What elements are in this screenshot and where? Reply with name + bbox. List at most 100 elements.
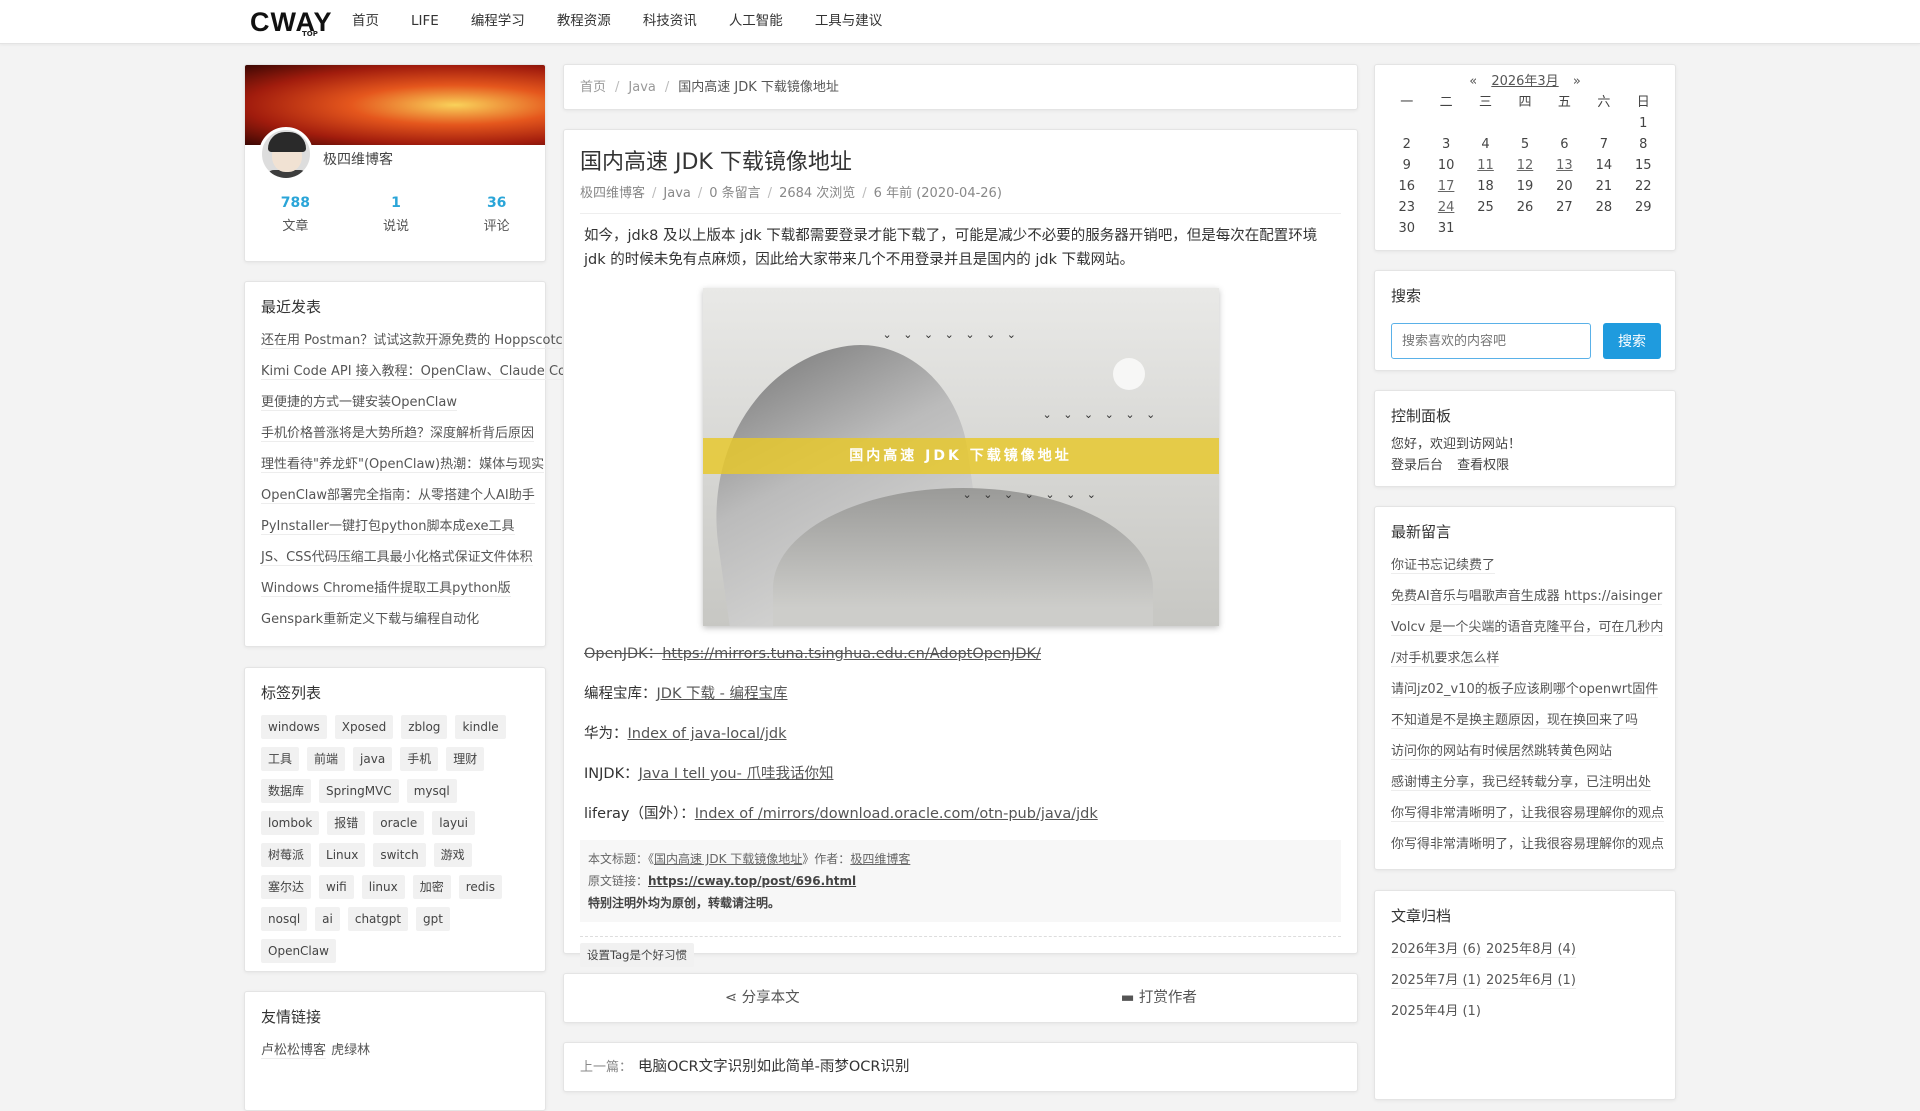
calendar-day-link[interactable]: 13 [1545,156,1584,175]
nav-item-life[interactable]: LIFE [411,0,439,44]
mirror-link[interactable]: JDK 下载 - 编程宝库 [657,686,788,702]
list-item[interactable]: 免费AI音乐与唱歌声音生成器 https://aisinger [1391,589,1663,605]
nav-item-programming[interactable]: 编程学习 [471,0,525,44]
search-input[interactable] [1391,323,1591,359]
list-item[interactable]: Windows Chrome插件提取工具python版 [261,581,511,597]
mirror-link[interactable]: https://mirrors.tuna.tsinghua.edu.cn/Ado… [662,646,1041,662]
list-item[interactable]: JS、CSS代码压缩工具最小化格式保证文件体积 [261,550,533,566]
list-item[interactable]: Kimi Code API 接入教程：OpenClaw、Claude Code [261,364,583,380]
share-button[interactable]: ⋖ 分享本文 [564,974,961,1022]
tag-link[interactable]: mysql [406,779,457,803]
tag-link[interactable]: oracle [373,811,425,835]
list-item[interactable]: 不知道是不是换主题原因，现在换回来了吗 [1391,713,1639,729]
list-item[interactable]: 访问你的网站有时候居然跳转黄色网站 [1391,744,1613,760]
meta-comments[interactable]: 0 条留言 [709,186,760,201]
list-item[interactable]: 你写得非常清晰明了，让我很容易理解你的观点 [1391,806,1665,822]
calendar-day-link[interactable]: 12 [1505,156,1544,175]
meta-author[interactable]: 极四维博客 [580,186,645,201]
tag-link[interactable]: chatgpt [347,907,409,931]
nav-item-home[interactable]: 首页 [352,0,379,44]
prev-post-link[interactable]: 电脑OCR文字识别如此简单-雨梦OCR识别 [638,1059,909,1075]
list-item[interactable]: /对手机要求怎么样 [1391,651,1500,667]
meta-category[interactable]: Java [663,186,690,201]
list-item[interactable]: 手机价格普涨将是大势所趋？深度解析背后原因 [261,426,535,442]
calendar-day: 29 [1635,200,1652,215]
breadcrumb-category[interactable]: Java [628,80,655,95]
mirror-link[interactable]: Index of /mirrors/download.oracle.com/ot… [695,806,1098,822]
list-item[interactable]: 2026年3月 (6) [1391,942,1481,958]
list-item[interactable]: 2025年4月 (1) [1391,1004,1481,1019]
tag-link[interactable]: 树莓派 [261,843,312,867]
permission-link[interactable]: 查看权限 [1457,458,1509,473]
nav-item-ai[interactable]: 人工智能 [729,0,783,44]
mirror-link[interactable]: Java I tell you- 爪哇我话你知 [639,766,834,782]
list-item[interactable]: 理性看待"养龙虾"(OpenClaw)热潮：媒体与现实 [261,457,545,473]
mirror-link[interactable]: Index of java-local/jdk [628,726,787,742]
calendar-day-link[interactable]: 11 [1466,156,1505,175]
calendar-day-link[interactable]: 24 [1426,198,1465,217]
copyright-author-link[interactable]: 极四维博客 [850,852,910,866]
list-item[interactable]: 2025年8月 (4) [1486,942,1576,958]
list-item[interactable]: Genspark重新定义下载与编程自动化 [261,612,479,627]
list-item[interactable]: Volcv 是一个尖端的语音克隆平台，可在几秒内 [1391,620,1664,636]
stat-talks[interactable]: 1 说说 [346,195,447,234]
list-item[interactable]: 你证书忘记续费了 [1391,558,1496,574]
search-button[interactable]: 搜索 [1603,323,1661,359]
tag-link[interactable]: wifi [319,875,354,899]
tag-link[interactable]: SpringMVC [319,779,399,803]
tag-link[interactable]: layui [432,811,475,835]
nav-item-tutorials[interactable]: 教程资源 [557,0,611,44]
calendar-next-button[interactable]: » [1573,74,1581,89]
breadcrumb-home[interactable]: 首页 [580,80,606,95]
copyright-title-link[interactable]: 国内高速 JDK 下载镜像地址 [654,852,802,866]
reward-button[interactable]: ▬ 打赏作者 [961,974,1358,1022]
tag-link[interactable]: Xposed [334,715,394,739]
tag-link[interactable]: OpenClaw [261,939,336,963]
tag-link[interactable]: java [353,747,393,771]
list-item[interactable]: 卢松松博客 [261,1043,327,1059]
stat-articles[interactable]: 788 文章 [245,195,346,234]
stat-comments[interactable]: 36 评论 [446,195,545,234]
list-item[interactable]: 感谢博主分享，我已经转载分享，已注明出处 [1391,775,1652,791]
tag-link[interactable]: zblog [401,715,448,739]
stat-num: 36 [486,195,507,211]
tag-link[interactable]: switch [373,843,426,867]
tag-link[interactable]: gpt [416,907,450,931]
list-item[interactable]: OpenClaw部署完全指南：从零搭建个人AI助手 [261,488,535,504]
nav-item-tech-news[interactable]: 科技资讯 [643,0,697,44]
list-item[interactable]: PyInstaller一键打包python脚本成exe工具 [261,519,515,535]
list-item[interactable]: 还在用 Postman？试试这款开源免费的 Hoppscotch [261,333,571,349]
tag-link[interactable]: 手机 [400,747,439,771]
login-link[interactable]: 登录后台 [1391,458,1443,473]
tag-link[interactable]: linux [361,875,405,899]
calendar-prev-button[interactable]: « [1469,74,1477,89]
avatar[interactable] [259,127,313,181]
tag-link[interactable]: windows [261,715,327,739]
calendar-day: 16 [1398,179,1415,194]
tag-link[interactable]: 塞尔达 [261,875,312,899]
list-item[interactable]: 请问jz02_v10的板子应该刷哪个openwrt固件 [1391,682,1659,698]
tag-link[interactable]: lombok [261,811,320,835]
tag-link[interactable]: 加密 [412,875,451,899]
tag-link[interactable]: nosql [261,907,308,931]
list-item[interactable]: 2025年6月 (1) [1486,973,1576,989]
calendar-day-link[interactable]: 17 [1426,177,1465,196]
tag-link[interactable]: Linux [319,843,366,867]
tag-link[interactable]: kindle [455,715,506,739]
calendar-month[interactable]: 2026年3月 [1491,74,1558,89]
copyright-url-link[interactable]: https://cway.top/post/696.html [648,874,856,888]
list-item[interactable]: 你写得非常清晰明了，让我很容易理解你的观点 [1391,837,1664,852]
list-item[interactable]: 2025年7月 (1) [1391,973,1481,989]
list-item[interactable]: 更便捷的方式一键安装OpenClaw [261,395,458,411]
tag-link[interactable]: 游戏 [433,843,472,867]
tag-link[interactable]: redis [458,875,502,899]
nav-item-tools[interactable]: 工具与建议 [815,0,883,44]
tag-link[interactable]: 理财 [446,747,485,771]
tag-link[interactable]: ai [315,907,340,931]
tag-link[interactable]: 报错 [327,811,366,835]
tag-link[interactable]: 工具 [261,747,300,771]
tag-link[interactable]: 前端 [307,747,346,771]
site-logo[interactable]: CWAY TOP [250,6,332,38]
list-item[interactable]: 虎绿林 [331,1043,370,1058]
tag-link[interactable]: 数据库 [261,779,312,803]
